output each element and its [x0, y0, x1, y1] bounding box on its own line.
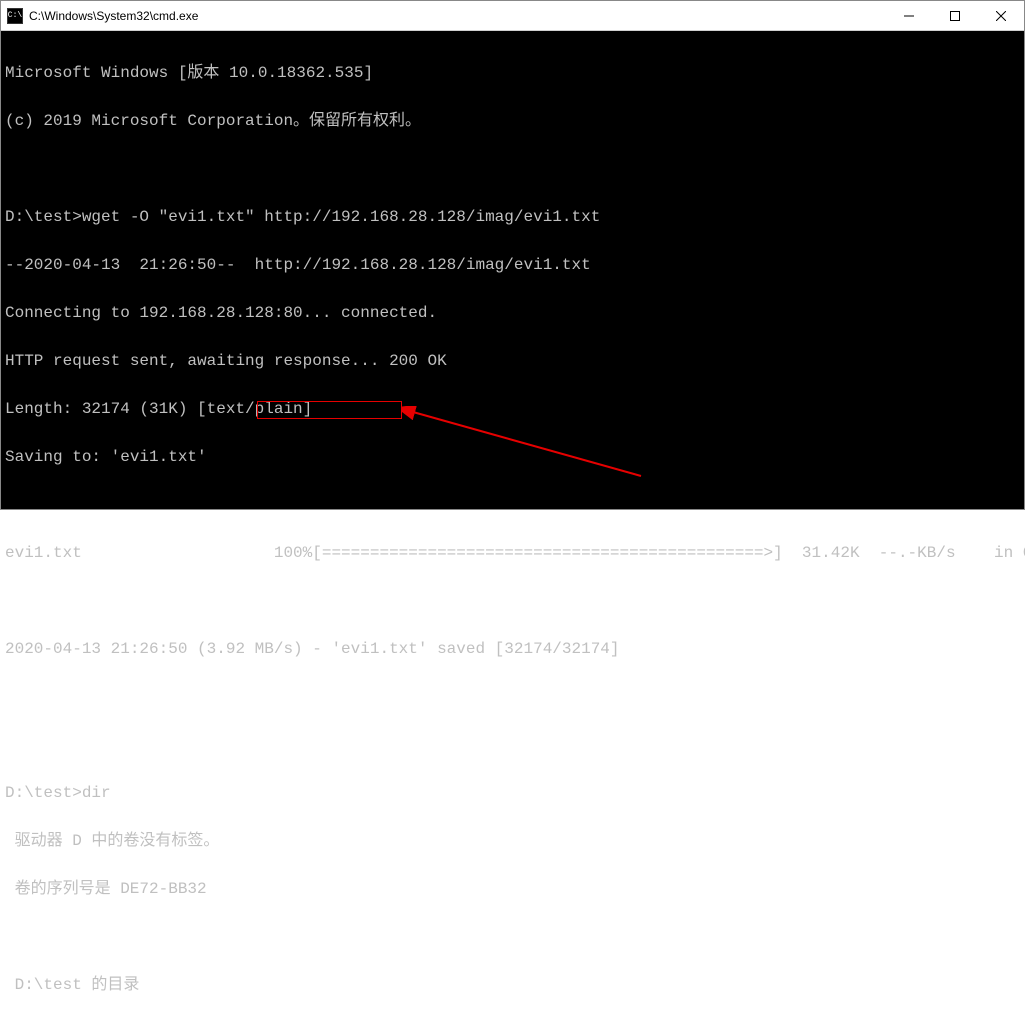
annotation-arrow-icon	[401, 406, 651, 486]
terminal-line: --2020-04-13 21:26:50-- http://192.168.2…	[5, 257, 1020, 273]
terminal-line	[5, 689, 1020, 705]
terminal-line	[5, 737, 1020, 753]
terminal-line: (c) 2019 Microsoft Corporation。保留所有权利。	[5, 113, 1020, 129]
terminal-line	[5, 929, 1020, 945]
terminal-line: D:\test>wget -O "evi1.txt" http://192.16…	[5, 209, 1020, 225]
terminal-line: Length: 32174 (31K) [text/plain]	[5, 401, 1020, 417]
window-titlebar: C:\ C:\Windows\System32\cmd.exe	[1, 1, 1024, 31]
maximize-button[interactable]	[932, 1, 978, 30]
terminal-line: HTTP request sent, awaiting response... …	[5, 353, 1020, 369]
terminal-line	[5, 593, 1020, 609]
terminal-line: evi1.txt 100%[==========================…	[5, 545, 1020, 561]
terminal-line: Connecting to 192.168.28.128:80... conne…	[5, 305, 1020, 321]
window-controls	[886, 1, 1024, 30]
terminal-line: 卷的序列号是 DE72-BB32	[5, 881, 1020, 897]
terminal-line	[5, 161, 1020, 177]
terminal-output[interactable]: Microsoft Windows [版本 10.0.18362.535] (c…	[1, 31, 1024, 509]
minimize-button[interactable]	[886, 1, 932, 30]
terminal-line: D:\test>dir	[5, 785, 1020, 801]
terminal-line: 2020-04-13 21:26:50 (3.92 MB/s) - 'evi1.…	[5, 641, 1020, 657]
terminal-line: 驱动器 D 中的卷没有标签。	[5, 833, 1020, 849]
close-button[interactable]	[978, 1, 1024, 30]
terminal-line	[5, 497, 1020, 513]
terminal-line: Saving to: 'evi1.txt'	[5, 449, 1020, 465]
terminal-line: Microsoft Windows [版本 10.0.18362.535]	[5, 65, 1020, 81]
app-icon: C:\	[7, 8, 23, 24]
terminal-line: D:\test 的目录	[5, 977, 1020, 993]
window-title: C:\Windows\System32\cmd.exe	[29, 9, 886, 23]
